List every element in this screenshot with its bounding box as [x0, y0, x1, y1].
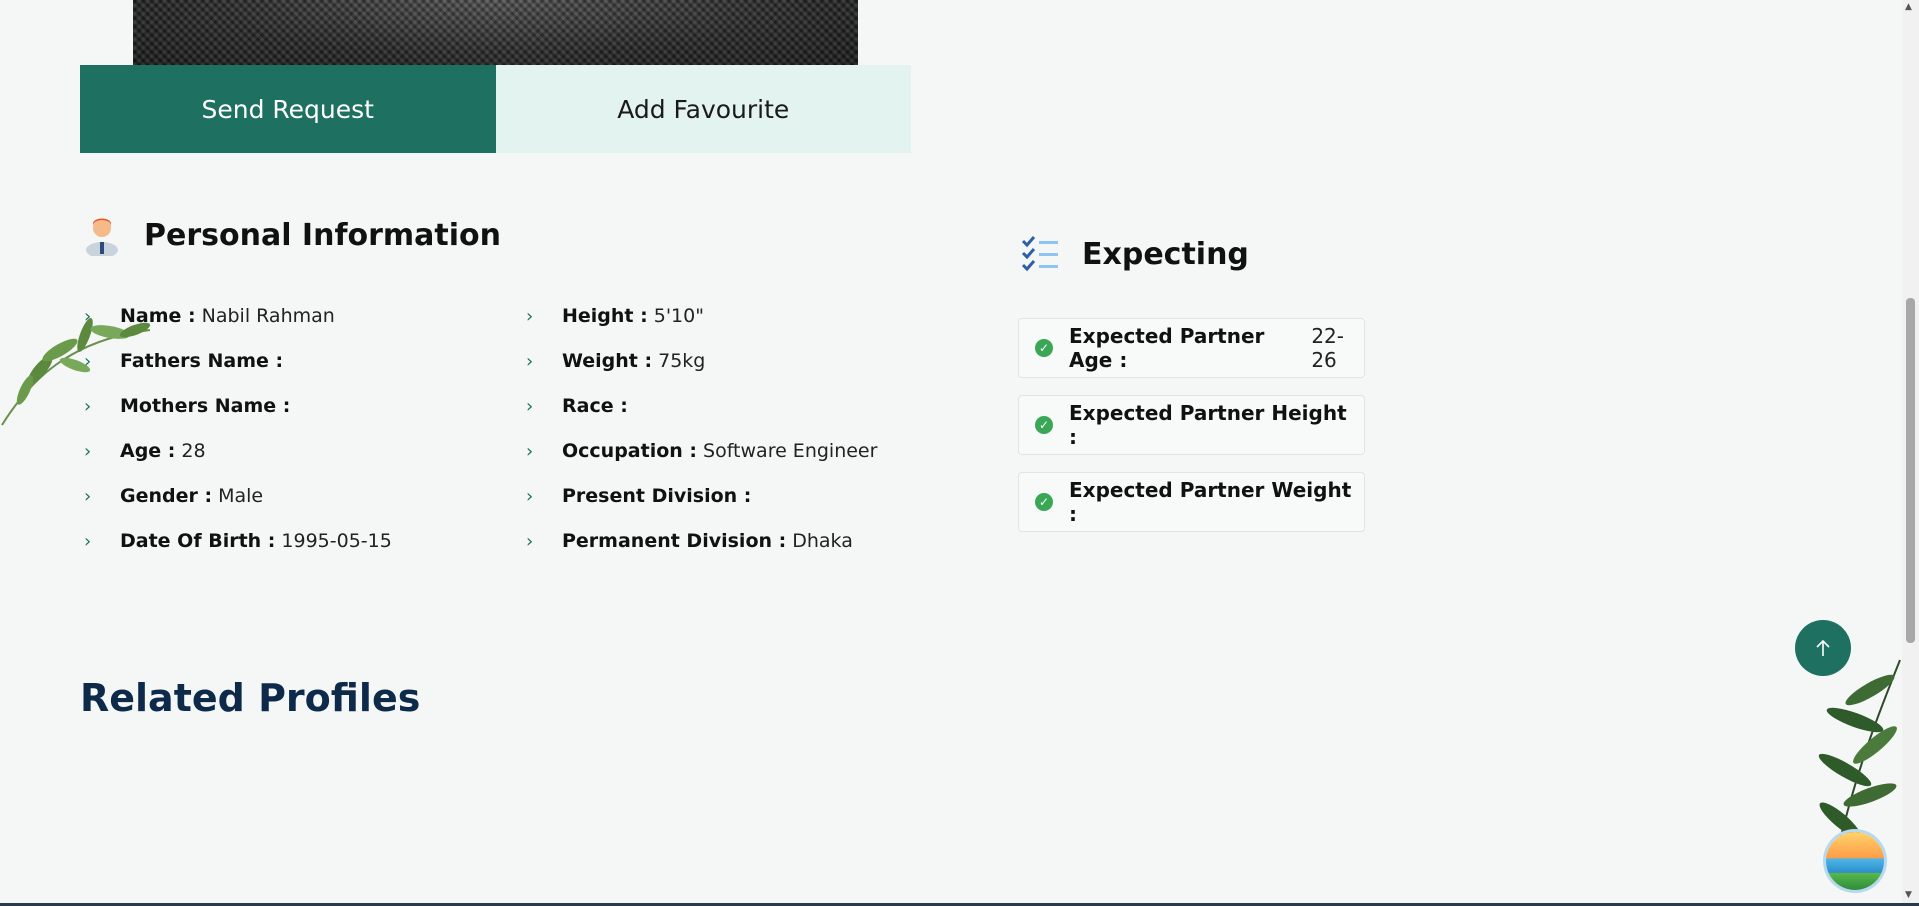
expect-card-age: ✓ Expected Partner Age : 22-26 [1018, 318, 1365, 378]
expecting-header: Expecting [1020, 234, 1249, 274]
info-value: Dhaka [792, 530, 853, 552]
expect-label: Expected Partner Height : [1069, 401, 1347, 449]
info-item-race: › Race : [526, 395, 634, 417]
chevron-right-icon: › [84, 485, 92, 507]
info-item-age: › Age : 28 [84, 440, 206, 462]
info-value: 28 [181, 440, 206, 462]
info-item-mothers-name: › Mothers Name : [84, 395, 296, 417]
info-label: Mothers Name : [120, 395, 291, 417]
scrollbar-thumb[interactable] [1906, 298, 1915, 643]
info-item-permanent-division: › Permanent Division : Dhaka [526, 530, 853, 552]
info-label: Height : [562, 305, 648, 327]
expect-value: 22-26 [1311, 324, 1344, 372]
info-item-present-division: › Present Division : [526, 485, 757, 507]
expect-card-height: ✓ Expected Partner Height : [1018, 395, 1365, 455]
chevron-right-icon: › [526, 395, 534, 417]
chevron-right-icon: › [526, 305, 534, 327]
info-label: Fathers Name : [120, 350, 284, 372]
info-value: 1995-05-15 [281, 530, 392, 552]
chevron-right-icon: › [84, 350, 92, 372]
info-label: Date Of Birth : [120, 530, 276, 552]
info-value: Nabil Rahman [201, 305, 335, 327]
arrow-up-icon [1816, 639, 1830, 656]
info-item-height: › Height : 5'10" [526, 305, 704, 327]
profile-photo [133, 0, 858, 65]
info-item-fathers-name: › Fathers Name : [84, 350, 289, 372]
info-label: Present Division : [562, 485, 752, 507]
info-value: 75kg [658, 350, 706, 372]
info-label: Name : [120, 305, 196, 327]
check-circle-icon: ✓ [1035, 493, 1053, 511]
info-value: Male [218, 485, 264, 507]
chevron-right-icon: › [526, 350, 534, 372]
chevron-right-icon: › [84, 395, 92, 417]
send-request-button[interactable]: Send Request [80, 65, 496, 153]
profile-action-bar: Send Request Add Favourite [80, 65, 911, 153]
chevron-right-icon: › [84, 440, 92, 462]
related-profiles-title: Related Profiles [80, 676, 421, 720]
check-circle-icon: ✓ [1035, 416, 1053, 434]
chevron-right-icon: › [526, 530, 534, 552]
chevron-right-icon: › [526, 485, 534, 507]
chevron-right-icon: › [84, 305, 92, 327]
check-circle-icon: ✓ [1035, 339, 1053, 357]
expect-label: Expected Partner Weight : [1069, 478, 1352, 526]
expect-card-weight: ✓ Expected Partner Weight : [1018, 472, 1365, 532]
expecting-title: Expecting [1082, 236, 1249, 272]
info-item-occupation: › Occupation : Software Engineer [526, 440, 877, 462]
leaf-decoration-right [1818, 659, 1901, 841]
info-label: Weight : [562, 350, 653, 372]
chat-widget-avatar[interactable] [1826, 832, 1884, 890]
info-label: Gender : [120, 485, 213, 507]
personal-info-title: Personal Information [144, 217, 501, 253]
info-item-name: › Name : Nabil Rahman [84, 305, 335, 327]
expect-label: Expected Partner Age : [1069, 324, 1265, 372]
scroll-to-top-button[interactable] [1795, 620, 1851, 676]
info-item-gender: › Gender : Male [84, 485, 263, 507]
info-label: Race : [562, 395, 628, 417]
info-value: 5'10" [653, 305, 704, 327]
info-item-date-of-birth: › Date Of Birth : 1995-05-15 [84, 530, 392, 552]
person-icon [86, 218, 118, 256]
chevron-right-icon: › [84, 530, 92, 552]
info-label: Age : [120, 440, 176, 462]
checklist-icon [1021, 236, 1058, 272]
info-label: Permanent Division : [562, 530, 787, 552]
info-label: Occupation : [562, 440, 698, 462]
scroll-down-arrow-icon[interactable]: ▼ [1905, 890, 1912, 900]
add-favourite-button[interactable]: Add Favourite [495, 65, 911, 153]
info-item-weight: › Weight : 75kg [526, 350, 705, 372]
chevron-right-icon: › [526, 440, 534, 462]
info-value: Software Engineer [703, 440, 878, 462]
personal-info-header: Personal Information [84, 214, 501, 256]
scroll-up-arrow-icon[interactable]: ▲ [1905, 2, 1912, 12]
page-scrollbar[interactable]: ▲ ▼ [1902, 0, 1919, 906]
